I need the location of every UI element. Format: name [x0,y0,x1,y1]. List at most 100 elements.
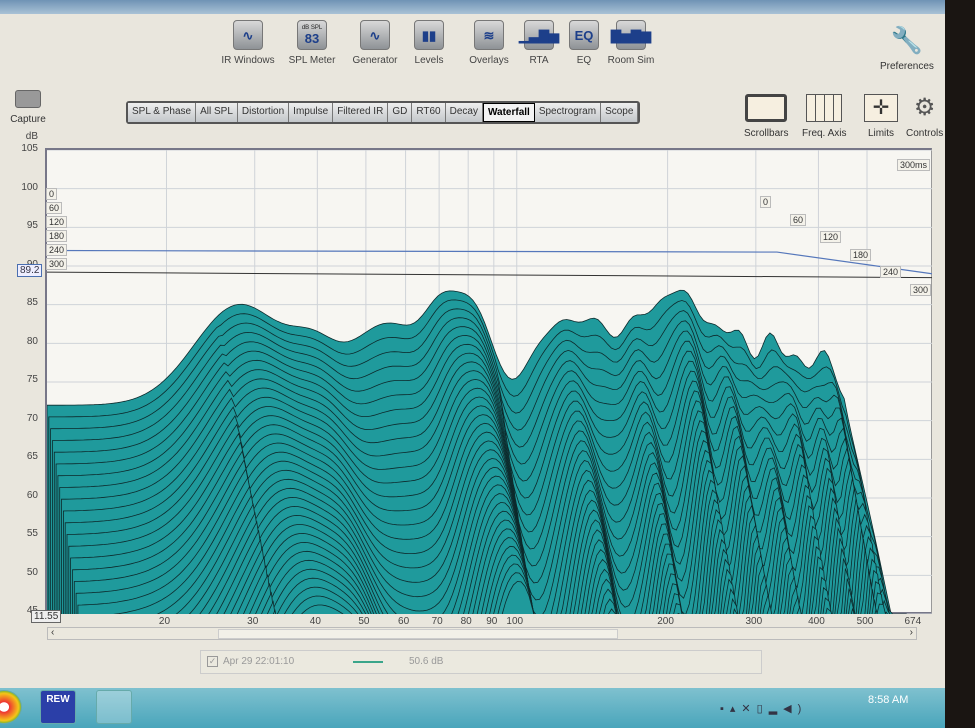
clock: 8:58 AM [868,694,909,706]
y-tick-label: 50 [26,566,38,578]
time-slice-label: 120 [46,216,68,228]
y-tick-label: 95 [26,220,38,231]
limits-label: Limits [867,128,895,139]
time-slice-label: 300 [46,258,68,270]
graph-tabs: SPL & Phase All SPL Distortion Impulse Filte… [126,101,641,124]
gear-icon: ⚙ [913,94,936,121]
tab-spectrogram[interactable]: Spectrogram [534,103,602,122]
tab-filtered-ir[interactable]: Filtered IR [333,103,389,122]
levels-icon: ▮▮ [414,20,444,50]
icon-glyph: ∿ [242,27,254,43]
horizontal-scrollbar[interactable]: ‹ › [47,627,917,640]
legend-measurement-name: Apr 29 22:01:10 [223,656,295,667]
room-sim-icon: ▇▅▇▆ [611,20,651,50]
toolbar-label: SPL Meter [288,55,336,66]
tab-impulse[interactable]: Impulse [289,103,334,122]
legend-checkbox[interactable]: ✓ [207,656,218,667]
camera-icon [15,90,41,108]
scroll-left-arrow-icon[interactable]: ‹ [51,627,54,638]
controls-button[interactable]: ⚙ Controls [906,94,943,139]
toolbar-ir-windows-button[interactable]: ∿ IR Windows [217,20,279,66]
scroll-right-arrow-icon[interactable]: › [910,627,913,638]
scrollbars-label: Scrollbars [744,128,789,139]
time-end-label: 300ms [897,159,931,171]
capture-label: Capture [10,114,46,125]
ir-windows-icon: ∿ [233,20,263,50]
scrollbar-thumb[interactable] [218,629,618,639]
rew-window: ∿ IR Windows dB SPL 83 SPL Meter ∿ Generator ▮▮… [0,0,967,728]
taskbar-rew-icon[interactable]: REW [40,690,76,724]
time-axis-label: 60 [790,213,807,226]
freq-axis-icon [806,94,843,122]
tray-icons: ▪▴✕▯▂◀) [720,703,808,715]
toolbar-label: Levels [414,55,444,66]
y-tick-label: 60 [26,489,38,501]
x-tick-label: 200 [657,616,674,627]
y-tick-label: 70 [26,412,38,424]
time-slice-label: 0 [46,188,58,200]
tab-scope[interactable]: Scope [601,103,639,122]
time-axis-label: 0 [760,196,772,208]
x-tick-label: 20 [158,616,171,627]
y-tick-label: 100 [21,181,38,193]
toolbar-label: Room Sim [607,55,655,66]
x-tick-label: 30 [247,616,259,627]
time-axis-label: 180 [850,248,872,261]
y-tick-label: 75 [26,374,38,385]
title-bar [0,0,945,14]
x-tick-label: 70 [431,616,443,627]
capture-button[interactable]: Capture [8,90,48,125]
tab-rt60[interactable]: RT60 [412,103,446,122]
toolbar-levels-button[interactable]: ▮▮ Levels [398,20,460,66]
cursor-line [46,271,933,279]
toolbar-generator-button[interactable]: ∿ Generator [344,20,406,66]
spl-meter-icon: dB SPL 83 [297,20,327,50]
icon-glyph: EQ [574,27,594,43]
cursor-readout: 89.2 [17,264,43,277]
rew-label: REW [46,694,70,705]
tab-waterfall[interactable]: Waterfall [482,103,535,122]
preferences-button[interactable]: 🔧 Preferences [880,25,934,72]
limits-button[interactable]: ✛ Limits [864,94,898,139]
time-axis-label: 120 [820,231,842,243]
rta-icon: ▁▃▇▅ [519,20,559,50]
time-slice-label: 60 [46,202,63,214]
y-axis-unit: dB [25,131,38,142]
x-tick-label: 80 [460,616,472,627]
eq-icon: EQ [569,20,599,50]
limits-arrows-icon: ✛ [864,94,898,122]
y-tick-label: 105 [21,143,38,154]
tab-all-spl[interactable]: All SPL [196,103,238,122]
x-tick-label: 40 [309,616,321,627]
scrollbars-icon [745,94,788,122]
controls-label: Controls [906,128,944,139]
icon-glyph: ≋ [483,27,495,43]
generator-icon: ∿ [360,20,390,50]
toolbar-room-sim-button[interactable]: ▇▅▇▆ Room Sim [600,20,662,66]
freq-axis-label: Freq. Axis [802,128,847,139]
tab-gd[interactable]: GD [388,103,413,122]
measurement-legend: ✓ Apr 29 22:01:10 50.6 dB [200,650,762,674]
y-tick-label: 55 [26,528,38,539]
x-tick-label: 90 [486,616,498,627]
x-tick-label: 60 [398,616,410,627]
x-tick-label: 500 [856,616,874,627]
tab-decay[interactable]: Decay [445,103,483,122]
x-tick-label: 50 [358,616,370,627]
freq-axis-button[interactable]: Freq. Axis [802,94,846,139]
x-tick-label: 100 [506,616,524,627]
toolbar-label: Generator [352,55,398,66]
toolbar-spl-meter-button[interactable]: dB SPL 83 SPL Meter [281,20,343,66]
taskbar: REW ▪▴✕▯▂◀) 8:58 AM [0,688,945,728]
tab-spl-phase[interactable]: SPL & Phase [128,103,197,122]
y-tick-label: 80 [26,335,38,347]
monitor-bezel [945,0,975,728]
taskbar-chrome-icon[interactable] [0,690,22,724]
scrollbars-button[interactable]: Scrollbars [744,94,788,139]
tab-distortion[interactable]: Distortion [237,103,290,122]
y-tick-label: 85 [26,297,38,308]
x-tick-label: 300 [745,616,763,627]
x-start-field[interactable]: 11.55 [31,610,62,623]
icon-glyph: ▇▅▇▆ [611,27,651,43]
taskbar-desktop-icon[interactable] [96,690,132,724]
